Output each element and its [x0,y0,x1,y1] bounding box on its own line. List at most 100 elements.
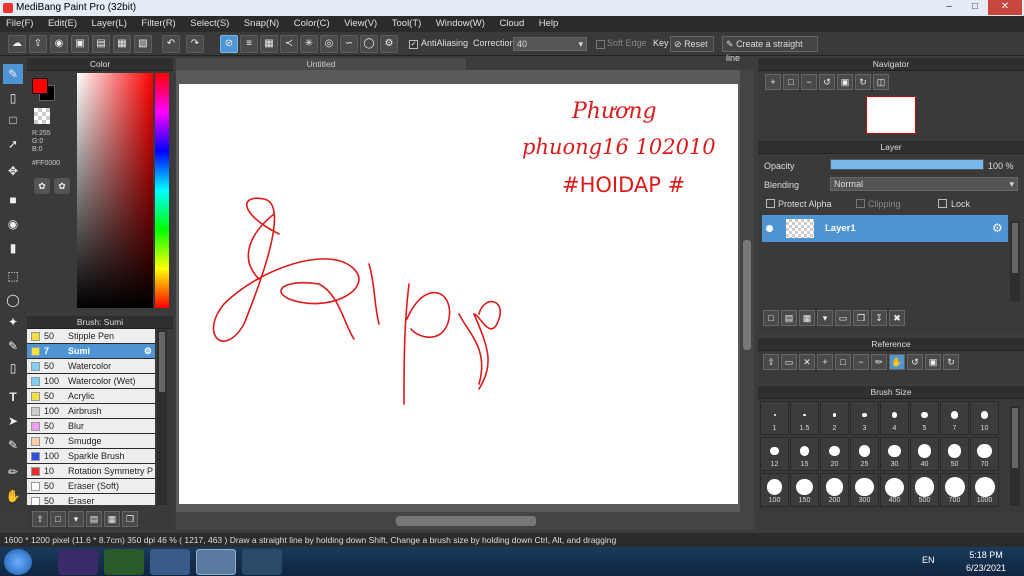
brush-size-option[interactable]: 70 [970,437,999,471]
brush-list-scrollbar[interactable] [157,330,167,505]
layer-scrollbar[interactable] [1010,221,1020,301]
rotate-right-icon[interactable]: ↻ [943,354,959,370]
snap-settings-icon[interactable]: ⚙ [380,35,398,53]
palette-icon[interactable]: ✿ [34,178,50,194]
lock-checkbox[interactable] [938,199,947,208]
brush-item[interactable]: 50 Blur [27,419,155,434]
new-brush-icon[interactable]: □ [50,511,66,527]
horizontal-scroll-thumb[interactable] [396,516,536,526]
medibang-icon[interactable] [196,549,236,575]
brush-item[interactable]: 50 Eraser [27,494,155,505]
soft-edge-checkbox[interactable] [596,40,605,49]
grid-icon[interactable]: ▧ [134,35,152,53]
zoom-out-icon[interactable]: − [853,354,869,370]
menu-filter[interactable]: Filter(R) [135,16,181,31]
upload-icon[interactable]: ⇧ [763,354,779,370]
brush-item[interactable]: 50 Watercolor [27,359,155,374]
reset-button[interactable]: ⊘ Reset [670,36,714,52]
hue-slider[interactable] [155,73,169,308]
eraser-tool-icon[interactable]: ▯ [3,88,23,108]
save-icon[interactable]: ▣ [71,35,89,53]
menu-edit[interactable]: Edit(E) [42,16,83,31]
radial-snap-icon[interactable]: ✳ [300,35,318,53]
folder-icon[interactable]: ▦ [104,511,120,527]
operation-tool-icon[interactable]: ➤ [3,411,23,431]
menu-layer[interactable]: Layer(L) [86,16,133,31]
comment-icon[interactable]: ◉ [50,35,68,53]
primary-color-swatch[interactable] [32,78,48,94]
magic-wand-icon[interactable]: ✦ [3,312,23,332]
undo-icon[interactable]: ↶ [162,35,180,53]
menu-snap[interactable]: Snap(N) [238,16,285,31]
blending-select[interactable]: Normal ▾ [830,177,1018,191]
hand-tool-icon[interactable]: ✋ [3,486,23,506]
line-tool-icon[interactable]: ➚ [3,134,23,154]
brush-item[interactable]: 70 Smudge [27,434,155,449]
menu-select[interactable]: Select(S) [184,16,235,31]
maximize-button[interactable]: □ [962,0,988,15]
hand-icon[interactable]: ✋ [889,354,905,370]
rotate-left-icon[interactable]: ↺ [907,354,923,370]
brush-item[interactable]: 50 Eraser (Soft) [27,479,155,494]
new-halftone-layer-icon[interactable]: ▦ [799,310,815,326]
brush-size-option[interactable]: 100 [760,473,789,507]
correction-select[interactable]: 40 ▾ [513,37,587,51]
paint-icon[interactable] [242,549,282,575]
duplicate-icon[interactable]: ❐ [122,511,138,527]
fill-rect-tool-icon[interactable]: ■ [3,190,23,210]
app-icon[interactable] [104,549,144,575]
brush-size-option[interactable]: 1 [760,401,789,435]
zoom-in-icon[interactable]: + [817,354,833,370]
brush-size-option[interactable]: 3 [850,401,879,435]
brush-item[interactable]: 50 Acrylic [27,389,155,404]
parallel-snap-icon[interactable]: ≡ [240,35,258,53]
add-layer-menu-icon[interactable]: ▾ [817,310,833,326]
page-icon[interactable]: ▤ [92,35,110,53]
menu-cloud[interactable]: Cloud [493,16,530,31]
antialiasing-checkbox[interactable]: ✓ [409,40,418,49]
menu-file[interactable]: File(F) [0,16,39,31]
brush-size-option[interactable]: 30 [880,437,909,471]
navigator-thumbnail[interactable] [866,96,916,134]
clock[interactable]: 5:18 PM 6/23/2021 [966,550,1006,573]
merge-layer-icon[interactable]: ↧ [871,310,887,326]
language-indicator[interactable]: EN [922,555,935,565]
menu-view[interactable]: View(V) [338,16,383,31]
start-button[interactable] [4,549,32,575]
new-color-layer-icon[interactable]: ▤ [781,310,797,326]
delete-layer-icon[interactable]: ✖ [889,310,905,326]
vertical-scrollbar[interactable] [740,70,754,512]
gradient-tool-icon[interactable]: ▮ [3,238,23,258]
brush-item-active[interactable]: 7 Sumi ⚙ [27,344,155,359]
select-tool-icon[interactable]: ⬚ [3,266,23,286]
brush-item[interactable]: 100 Watercolor (Wet) [27,374,155,389]
brush-size-option[interactable]: 2 [820,401,849,435]
zoom-fit-icon[interactable]: □ [835,354,851,370]
straight-line-button[interactable]: ✎ Create a straight line [722,36,818,63]
duplicate-layer-icon[interactable]: ❐ [853,310,869,326]
brush-settings-icon[interactable]: ▤ [86,511,102,527]
brush-size-option[interactable]: 200 [820,473,849,507]
brush-size-option[interactable]: 700 [940,473,969,507]
brush-size-option[interactable]: 1000 [970,473,999,507]
flip-icon[interactable]: ◫ [873,74,889,90]
brush-size-option[interactable]: 5 [910,401,939,435]
brush-item[interactable]: 100 Airbrush [27,404,155,419]
gear-icon[interactable]: ⚙ [992,221,1003,235]
brush-menu-icon[interactable]: ▾ [68,511,84,527]
brush-size-option[interactable]: 15 [790,437,819,471]
divide-tool-icon[interactable]: ✎ [3,435,23,455]
rotate-right-icon[interactable]: ↻ [855,74,871,90]
brush-size-option[interactable]: 4 [880,401,909,435]
open-folder-icon[interactable]: ▭ [781,354,797,370]
vertical-scroll-thumb[interactable] [743,240,751,350]
select-eraser-icon[interactable]: ▯ [3,358,23,378]
brush-size-option[interactable]: 25 [850,437,879,471]
redo-icon[interactable]: ↷ [186,35,204,53]
color-picker-icon[interactable]: ✿ [54,178,70,194]
zoom-out-icon[interactable]: − [801,74,817,90]
dot-tool-icon[interactable]: □ [3,110,23,130]
opacity-slider[interactable] [830,159,984,170]
eye-icon[interactable] [766,225,773,232]
gear-icon[interactable]: ⚙ [144,346,152,357]
